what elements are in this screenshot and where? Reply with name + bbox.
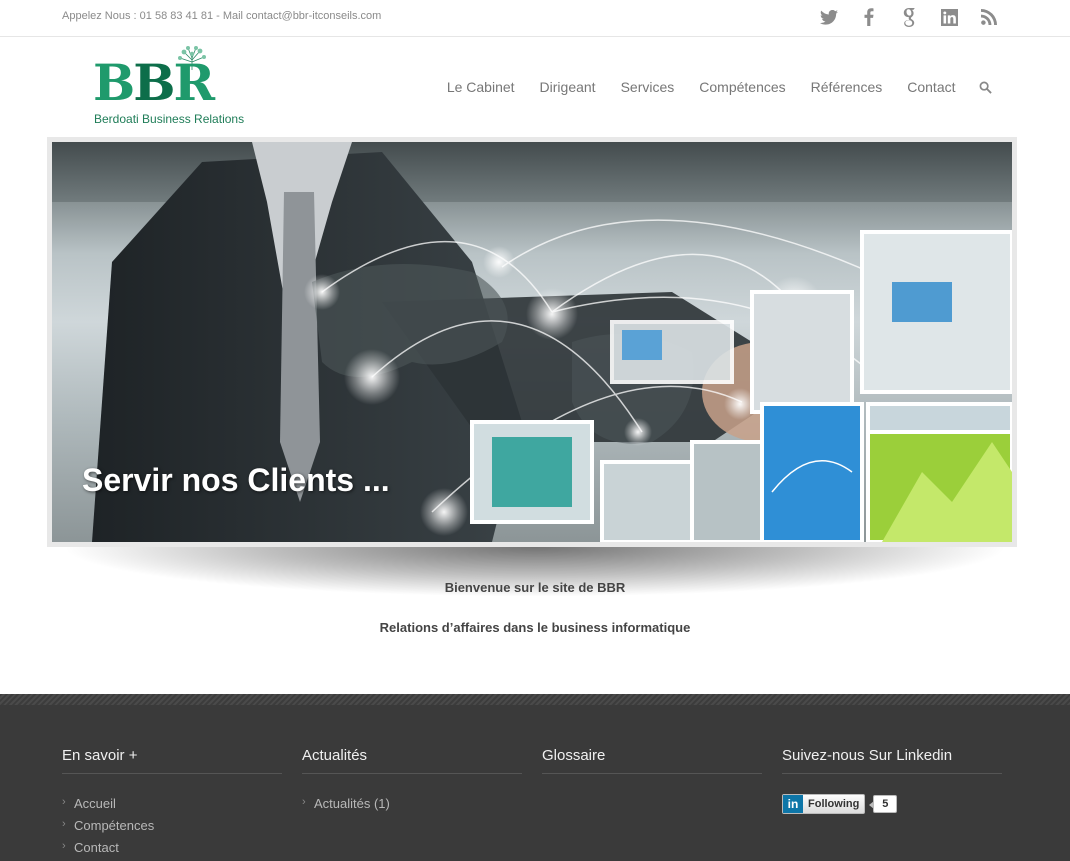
follow-label: Following xyxy=(808,798,860,810)
contact-info: Appelez Nous : 01 58 83 41 81 - Mail con… xyxy=(62,10,382,22)
footer-link-contact[interactable]: › Contact xyxy=(62,840,282,855)
footer-heading: En savoir + xyxy=(62,747,282,774)
search-icon[interactable] xyxy=(976,78,994,96)
footer-link-actualites[interactable]: › Actualités (1) xyxy=(302,796,522,811)
facebook-icon[interactable] xyxy=(858,6,880,28)
footer-divider xyxy=(0,694,1070,705)
footer-link-label: Actualités (1) xyxy=(314,796,390,811)
hero-slider: Servir nos Clients ... xyxy=(47,137,1017,547)
nav-item-competences[interactable]: Compétences xyxy=(687,79,798,95)
footer-link-label: Accueil xyxy=(74,796,116,811)
footer-col-glossaire: Glossaire xyxy=(542,747,762,774)
linkedin-icon: in xyxy=(783,795,803,813)
footer-link-label: Compétences xyxy=(74,818,155,833)
footer-heading: Glossaire xyxy=(542,747,762,774)
footer-link-competences[interactable]: › Compétences xyxy=(62,818,282,833)
logo-letters: BBR xyxy=(93,58,215,108)
logo-letter: R xyxy=(173,53,216,112)
chevron-right-icon: › xyxy=(302,796,306,808)
nav-item-le-cabinet[interactable]: Le Cabinet xyxy=(434,79,527,95)
bbr-logo[interactable]: BBR Berdoati Business Relations xyxy=(90,46,260,128)
footer-heading: Suivez-nous Sur Linkedin xyxy=(782,747,1002,774)
nav-item-dirigeant[interactable]: Dirigeant xyxy=(527,79,608,95)
nav-item-services[interactable]: Services xyxy=(608,79,687,95)
site-footer: En savoir + › Accueil › Compétences › Conta… xyxy=(0,705,1070,861)
main-nav: Le Cabinet Dirigeant Services Compétence… xyxy=(434,78,994,96)
follower-count: 5 xyxy=(869,795,898,813)
nav-item-references[interactable]: Références xyxy=(798,79,895,95)
footer-link-accueil[interactable]: › Accueil xyxy=(62,796,282,811)
twitter-icon[interactable] xyxy=(818,6,840,28)
site-header: BBR Berdoati Business Relations Le Cabin… xyxy=(0,38,1070,138)
slide-caption: Servir nos Clients ... xyxy=(82,462,390,498)
footer-link-label: Contact xyxy=(74,840,119,855)
hero-slide: Servir nos Clients ... xyxy=(52,142,1012,542)
top-bar: Appelez Nous : 01 58 83 41 81 - Mail con… xyxy=(0,0,1070,37)
logo-subtitle: Berdoati Business Relations xyxy=(94,112,245,126)
footer-col-actualites: Actualités › Actualités (1) xyxy=(302,747,522,818)
logo-letter: B xyxy=(93,53,135,112)
logo-letter: B xyxy=(133,53,175,112)
linkedin-icon[interactable] xyxy=(938,6,960,28)
welcome-title: Bienvenue sur le site de BBR xyxy=(444,580,626,595)
chevron-right-icon: › xyxy=(62,796,66,808)
google-plus-icon[interactable] xyxy=(898,6,920,28)
rss-icon[interactable] xyxy=(978,6,1000,28)
welcome-subtitle: Relations d’affaires dans le business in… xyxy=(379,620,691,635)
linkedin-follow-button[interactable]: in Following 5 xyxy=(782,794,1002,814)
chevron-right-icon: › xyxy=(62,840,66,852)
footer-heading: Actualités xyxy=(302,747,522,774)
footer-col-en-savoir: En savoir + › Accueil › Compétences › Conta… xyxy=(62,747,282,861)
nav-item-contact[interactable]: Contact xyxy=(895,79,968,95)
chevron-right-icon: › xyxy=(62,818,66,830)
social-links xyxy=(818,6,1000,28)
footer-col-linkedin: Suivez-nous Sur Linkedin in Following 5 xyxy=(782,747,1002,814)
linkedin-badge: in Following xyxy=(782,794,866,814)
